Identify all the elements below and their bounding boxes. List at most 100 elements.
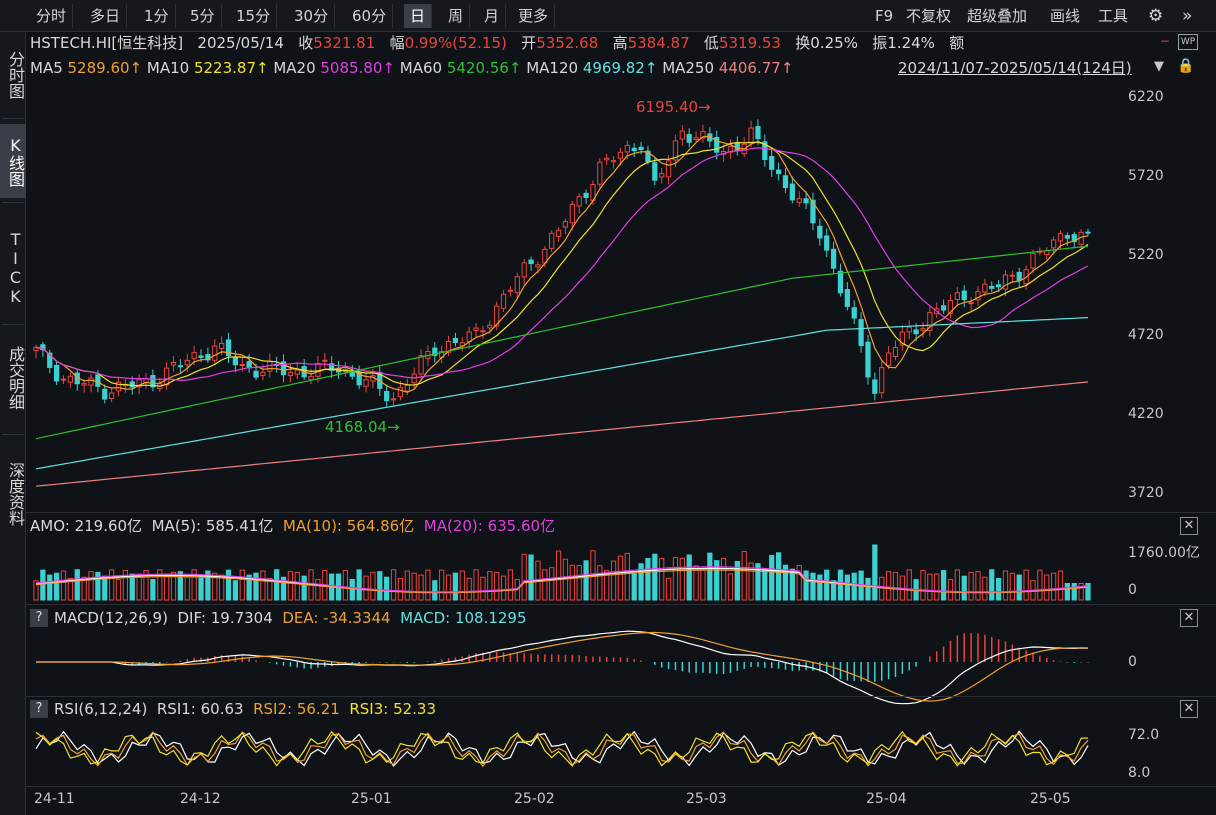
ma120-line xyxy=(35,317,1089,470)
date-label-6: 25-05 xyxy=(1030,791,1071,807)
close-volume-icon[interactable]: ✕ xyxy=(1180,517,1198,535)
volume-bar xyxy=(487,571,493,601)
candle-body xyxy=(528,259,534,265)
candle-body xyxy=(775,169,782,175)
volume-bar xyxy=(824,569,830,601)
candle-body xyxy=(212,345,218,361)
date-label-3: 25-02 xyxy=(514,791,555,807)
candle-body xyxy=(95,374,101,387)
volume-bar xyxy=(1016,574,1022,601)
volume-bar xyxy=(665,577,672,601)
volume-bar xyxy=(60,570,67,601)
volume-bar xyxy=(1044,574,1050,601)
candle-body xyxy=(535,264,541,268)
volume-bar xyxy=(610,560,617,601)
volume-bar xyxy=(184,576,190,601)
volume-bar xyxy=(679,557,685,601)
candle-body xyxy=(480,330,486,333)
volume-bar xyxy=(1050,572,1057,601)
ma20-line xyxy=(35,147,1089,382)
candle-body xyxy=(88,377,94,386)
volume-bar xyxy=(370,571,376,601)
ma250-line xyxy=(35,381,1089,487)
volume-bar xyxy=(803,570,809,601)
candle-body xyxy=(1057,233,1064,242)
volume-bar xyxy=(769,554,775,601)
volume-bar xyxy=(927,573,933,601)
volume-bar xyxy=(872,544,878,601)
volume-bar xyxy=(947,579,954,601)
rsi-legend: RSI(6,12,24) RSI1: 60.63 RSI2: 56.21 RSI… xyxy=(54,698,436,720)
candle-body xyxy=(576,196,582,207)
candle-body xyxy=(665,160,672,178)
volume-bar xyxy=(349,579,355,601)
candle-body xyxy=(53,364,60,382)
volume-bar xyxy=(707,552,713,601)
volume-bar xyxy=(837,569,844,601)
volume-bar xyxy=(1064,583,1071,601)
rsi-help-icon[interactable]: ? xyxy=(30,700,48,718)
candle-body xyxy=(109,392,115,399)
candle-body xyxy=(452,337,459,343)
date-label-5: 25-04 xyxy=(866,791,907,807)
candle-body xyxy=(219,342,225,349)
candle-body xyxy=(872,379,878,394)
volume-bar xyxy=(473,569,479,601)
volume-bar xyxy=(384,576,390,601)
candle-body xyxy=(514,276,520,294)
candle-body xyxy=(294,369,300,375)
volume-legend: AMO: 219.60亿 MA(5): 585.41亿 MA(10): 564.… xyxy=(30,515,555,537)
candle-body xyxy=(287,371,294,377)
candle-body xyxy=(693,137,699,141)
volume-bar xyxy=(631,573,637,601)
candle-body xyxy=(659,173,665,178)
candle-body xyxy=(555,229,562,237)
volume-bar xyxy=(762,568,768,601)
candle-body xyxy=(995,284,1002,288)
volume-bar xyxy=(652,553,658,601)
price-tick-1: 5720 xyxy=(1128,168,1164,185)
volume-bar xyxy=(397,577,404,601)
candle-body xyxy=(67,375,74,383)
volume-bar xyxy=(982,576,988,601)
candle-body xyxy=(184,359,190,366)
candle-body xyxy=(521,262,527,278)
candle-body xyxy=(404,384,410,392)
rsi2-value: RSI2: 56.21 xyxy=(253,700,340,718)
price-tick-2: 5220 xyxy=(1128,247,1164,264)
vol-ma10: MA(10): 564.86亿 xyxy=(282,517,415,535)
volume-bar xyxy=(494,571,500,601)
rsi-label: RSI(6,12,24) xyxy=(54,700,148,718)
macd-legend: MACD(12,26,9) DIF: 19.7304 DEA: -34.3344… xyxy=(54,607,527,629)
close-rsi-icon[interactable]: ✕ xyxy=(1180,700,1198,718)
volume-bar xyxy=(645,558,651,601)
volume-bar xyxy=(975,571,981,601)
macd-help-icon[interactable]: ? xyxy=(30,609,48,627)
candle-body xyxy=(686,134,692,143)
candle-body xyxy=(562,221,569,228)
candle-body xyxy=(817,225,823,239)
close-macd-icon[interactable]: ✕ xyxy=(1180,609,1198,627)
macd-dea: DEA: -34.3344 xyxy=(282,609,391,627)
candle-body xyxy=(177,365,184,368)
volume-bar xyxy=(879,576,885,601)
kline-chart-svg[interactable]: 6195.40→ 4168.04→ xyxy=(0,0,1216,815)
volume-bar xyxy=(748,562,754,601)
volume-bar xyxy=(686,554,692,601)
candle-body xyxy=(198,355,204,358)
volume-bar xyxy=(954,569,960,601)
candle-body xyxy=(597,161,603,185)
volume-bar xyxy=(356,569,362,601)
volume-bar xyxy=(583,560,589,601)
volume-bar xyxy=(659,558,665,601)
volume-bar xyxy=(301,575,307,601)
volume-bar xyxy=(404,570,410,601)
volume-bar xyxy=(597,565,603,601)
ma60-line xyxy=(35,245,1089,440)
volume-bar xyxy=(727,573,734,601)
candle-body xyxy=(679,130,685,140)
candle-body xyxy=(1009,274,1015,277)
rsi1-value: RSI1: 60.63 xyxy=(156,700,244,718)
kline-window: 分时 多日 1分 5分 15分 30分 60分日周月更多 F9 不复权 超级叠加 画线 工具… xyxy=(0,0,1216,815)
volume-bar xyxy=(136,573,142,601)
